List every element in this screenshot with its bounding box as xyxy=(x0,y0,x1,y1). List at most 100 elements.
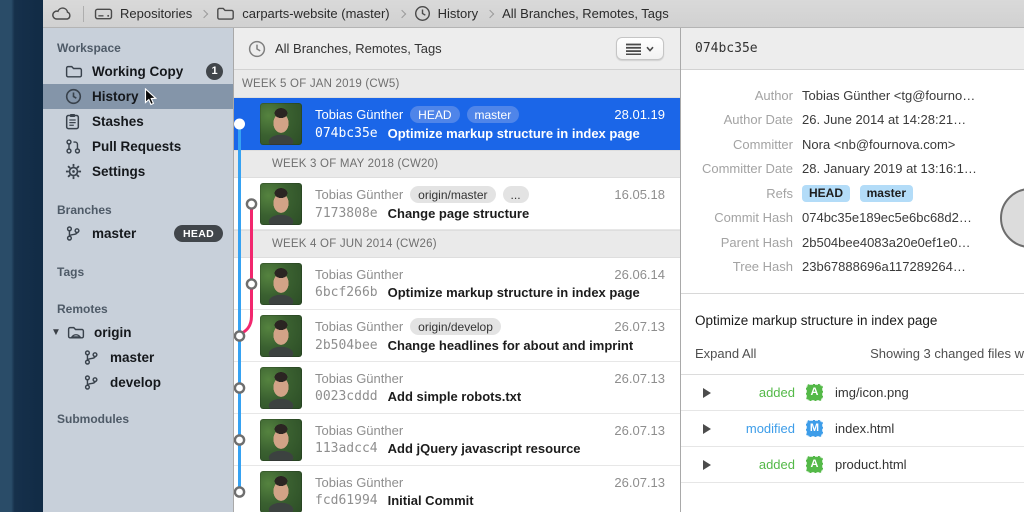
breadcrumb-history[interactable]: History xyxy=(414,5,478,22)
avatar xyxy=(260,367,302,409)
branch-icon xyxy=(83,374,101,392)
expand-triangle-icon[interactable] xyxy=(703,460,711,470)
sidebar-header-remotes: Remotes xyxy=(43,297,233,320)
week-header: WEEK 4 OF JUN 2014 (CW26) xyxy=(234,230,680,258)
sidebar-item-settings[interactable]: Settings xyxy=(43,159,233,184)
expand-triangle-icon[interactable] xyxy=(703,388,711,398)
changed-file-list: added A img/icon.png modified M index.ht… xyxy=(681,374,1024,483)
commit-date: 26.07.13 xyxy=(614,371,665,386)
clipboard-icon xyxy=(65,113,83,131)
week-header: WEEK 5 OF JAN 2019 (CW5) xyxy=(234,70,680,98)
sidebar-item-remote-branch-develop[interactable]: develop xyxy=(43,370,233,395)
sidebar-item-branch-master[interactable]: master HEAD xyxy=(43,221,233,246)
drive-icon xyxy=(94,6,113,21)
commit-message: Add jQuery javascript resource xyxy=(388,441,581,456)
commit-hash: 113adcc4 xyxy=(315,441,378,456)
meta-value: Tobias Günther <tg@fourno… xyxy=(802,88,975,103)
commit-date: 26.06.14 xyxy=(614,267,665,282)
file-status-badge: A xyxy=(806,384,823,401)
sidebar-item-label: Settings xyxy=(92,164,145,179)
gear-icon xyxy=(65,163,83,181)
sidebar-item-history[interactable]: History xyxy=(43,84,233,109)
sidebar-item-remote-origin[interactable]: ▼ origin xyxy=(43,320,233,345)
toolbar-divider xyxy=(83,6,84,22)
file-status: added xyxy=(715,385,795,400)
chevron-down-icon xyxy=(646,46,654,52)
sidebar-header-tags: Tags xyxy=(43,260,233,283)
commit-message: Add simple robots.txt xyxy=(388,389,522,404)
commit-row-7173808e[interactable]: Tobias Günther origin/master ... 16.05.1… xyxy=(234,178,680,230)
commit-row-fcd61994[interactable]: Tobias Günther 26.07.13 fcd61994 Initial… xyxy=(234,466,680,512)
chevron-right-icon xyxy=(200,9,208,17)
sidebar-item-stashes[interactable]: Stashes xyxy=(43,109,233,134)
commit-hash: 074bc35e xyxy=(315,126,378,141)
breadcrumb-repositories[interactable]: Repositories xyxy=(94,6,192,21)
working-copy-count-badge: 1 xyxy=(206,63,223,80)
chevron-right-icon xyxy=(486,9,494,17)
sidebar-item-label: Stashes xyxy=(92,114,144,129)
commit-row-074bc35e[interactable]: Tobias Günther HEAD master 28.01.19 074b… xyxy=(234,98,680,150)
branch-icon xyxy=(65,225,83,243)
commit-message: Optimize markup structure in index page xyxy=(388,126,640,141)
ref-chip-master: master xyxy=(860,185,913,202)
commit-author: Tobias Günther xyxy=(315,187,403,202)
clock-icon xyxy=(414,5,431,22)
sidebar-item-label: master xyxy=(110,350,154,365)
mouse-cursor xyxy=(144,88,157,109)
commit-author: Tobias Günther xyxy=(315,319,403,334)
meta-value: 23b67888696a117289264… xyxy=(802,259,966,274)
ref-badge-more: ... xyxy=(503,186,529,203)
commit-row-6bcf266b[interactable]: Tobias Günther 26.06.14 6bcf266b Optimiz… xyxy=(234,258,680,310)
meta-label: Committer xyxy=(681,137,793,152)
disclosure-triangle-icon[interactable]: ▼ xyxy=(51,327,63,338)
sidebar-item-label: Working Copy xyxy=(92,64,183,79)
file-row[interactable]: modified M index.html xyxy=(681,411,1024,447)
history-filter-title: All Branches, Remotes, Tags xyxy=(275,41,442,56)
detail-panel-header: 074bc35e xyxy=(681,28,1024,70)
sidebar-header-submodules: Submodules xyxy=(43,407,233,430)
commit-metadata: AuthorTobias Günther <tg@fourno… Author … xyxy=(681,70,1024,294)
expand-all-button[interactable]: Expand All xyxy=(695,346,756,361)
sidebar-item-label: master xyxy=(92,226,136,241)
commit-date: 28.01.19 xyxy=(614,107,665,122)
commit-author: Tobias Günther xyxy=(315,107,403,122)
commit-row-113adcc4[interactable]: Tobias Günther 26.07.13 113adcc4 Add jQu… xyxy=(234,414,680,466)
commit-message: Initial Commit xyxy=(388,493,474,508)
sidebar-item-working-copy[interactable]: Working Copy 1 xyxy=(43,59,233,84)
file-name: index.html xyxy=(835,421,894,436)
meta-value: 2b504bee4083a20e0ef1e0… xyxy=(802,235,970,250)
commit-hash: 0023cddd xyxy=(315,389,378,404)
meta-label: Parent Hash xyxy=(681,235,793,250)
commit-author: Tobias Günther xyxy=(315,423,403,438)
file-name: img/icon.png xyxy=(835,385,909,400)
folder-icon xyxy=(216,6,235,21)
commit-row-0023cddd[interactable]: Tobias Günther 26.07.13 0023cddd Add sim… xyxy=(234,362,680,414)
sidebar-item-label: origin xyxy=(94,325,132,340)
sidebar: Workspace Working Copy 1 History Stashes… xyxy=(43,28,233,512)
cloud-icon[interactable] xyxy=(51,6,73,21)
breadcrumb-view[interactable]: All Branches, Remotes, Tags xyxy=(502,6,669,21)
file-name: product.html xyxy=(835,457,907,472)
commit-row-2b504bee[interactable]: Tobias Günther origin/develop 26.07.13 2… xyxy=(234,310,680,362)
file-row[interactable]: added A img/icon.png xyxy=(681,375,1024,411)
sidebar-item-remote-branch-master[interactable]: master xyxy=(43,345,233,370)
breadcrumb: Repositories carparts-website (master) H… xyxy=(43,0,1024,28)
commit-message: Change page structure xyxy=(388,206,530,221)
refs-badges: HEAD master xyxy=(802,185,919,202)
commit-message: Change headlines for about and imprint xyxy=(388,338,634,353)
avatar xyxy=(260,263,302,305)
sidebar-header-branches: Branches xyxy=(43,198,233,221)
sidebar-item-pull-requests[interactable]: Pull Requests xyxy=(43,134,233,159)
view-options-button[interactable] xyxy=(616,37,664,60)
commit-date: 26.07.13 xyxy=(614,423,665,438)
file-status: added xyxy=(715,457,795,472)
commit-message-full: Optimize markup structure in index page xyxy=(681,294,1024,328)
breadcrumb-label: carparts-website (master) xyxy=(242,6,389,21)
breadcrumb-repo[interactable]: carparts-website (master) xyxy=(216,6,389,21)
file-row[interactable]: added A product.html xyxy=(681,447,1024,483)
history-panel-header: All Branches, Remotes, Tags xyxy=(234,28,680,70)
expand-triangle-icon[interactable] xyxy=(703,424,711,434)
meta-label: Refs xyxy=(681,186,793,201)
meta-value: 26. June 2014 at 14:28:21… xyxy=(802,112,966,127)
remote-folder-icon xyxy=(67,324,85,342)
